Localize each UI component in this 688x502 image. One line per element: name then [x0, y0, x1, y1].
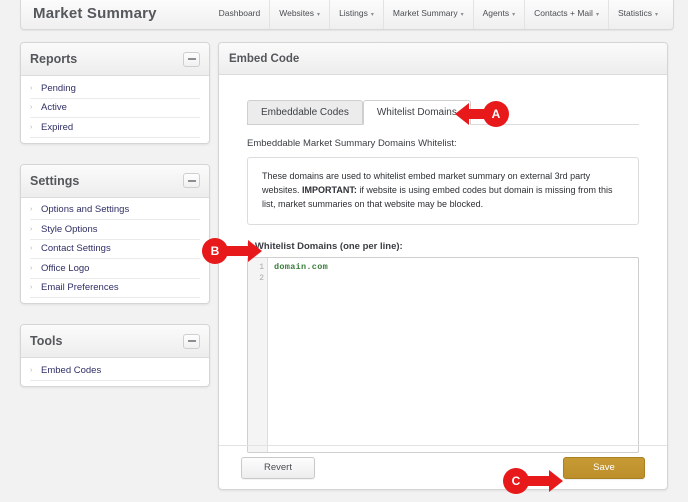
tab-label: Whitelist Domains [376, 107, 457, 118]
sidebar-item-label: Expired [41, 121, 74, 133]
arrow-right-icon-c [521, 468, 563, 494]
save-button[interactable]: Save [563, 456, 645, 479]
section-label: Embeddable Market Summary Domains Whitel… [247, 138, 457, 149]
chevron-right-icon: › [30, 123, 33, 131]
sidebar-panel-body: › Pending › Active › Expired [21, 76, 209, 143]
chevron-right-icon: › [30, 225, 33, 233]
sidebar-item-label: Contact Settings [41, 243, 111, 255]
sidebar-item-email-preferences[interactable]: › Email Preferences [30, 279, 200, 298]
chevron-down-icon: ▾ [317, 11, 321, 18]
sidebar-item-label: Office Logo [41, 262, 90, 274]
minus-icon[interactable] [183, 173, 200, 188]
info-text-important: IMPORTANT: [302, 184, 357, 195]
annotation-marker-b: B [202, 238, 262, 264]
topnav-item-label: Statistics [617, 8, 652, 18]
editor-line: domain.com [274, 261, 329, 272]
topnav-item-label: Agents [482, 8, 510, 18]
topnav-item-listings[interactable]: Listings ▾ [329, 0, 383, 29]
main-panel-title: Embed Code [229, 52, 300, 65]
chevron-right-icon: › [30, 206, 33, 214]
sidebar: Reports › Pending › Active › Expired Settings › O… [20, 42, 210, 407]
annotation-marker-a: A [455, 101, 509, 127]
editor-code-area[interactable]: domain.com [268, 258, 638, 452]
topnav-item-label: Listings [339, 8, 368, 18]
revert-button[interactable]: Revert [241, 456, 315, 479]
sidebar-item-options-and-settings[interactable]: › Options and Settings [30, 201, 200, 220]
chevron-down-icon: ▾ [654, 11, 658, 18]
sidebar-item-pending[interactable]: › Pending [30, 79, 200, 99]
tab-embeddable-codes[interactable]: Embeddable Codes [247, 100, 363, 125]
app-root: Market Summary Dashboard Websites ▾ Listing… [0, 0, 688, 502]
sidebar-panel-title: Reports [30, 52, 78, 66]
sidebar-item-style-options[interactable]: › Style Options [30, 220, 200, 240]
info-box: These domains are used to whitelist embe… [247, 157, 639, 225]
sidebar-panel-tools: Tools › Embed Codes [20, 324, 210, 387]
sidebar-item-embed-codes[interactable]: › Embed Codes [30, 361, 200, 381]
top-navigation: Dashboard Websites ▾ Listings ▾ Market Summar… [210, 0, 667, 29]
whitelist-domains-editor[interactable]: 12 domain.com [247, 256, 639, 453]
chevron-down-icon: ▾ [512, 11, 516, 18]
main-panel-footer: Revert Save [219, 445, 667, 489]
sidebar-item-office-logo[interactable]: › Office Logo [30, 259, 200, 279]
page-title: Market Summary [33, 4, 157, 22]
topnav-item-label: Websites [279, 8, 315, 18]
sidebar-panel-title: Tools [30, 334, 63, 348]
chevron-right-icon: › [30, 104, 33, 112]
chevron-right-icon: › [30, 284, 33, 292]
sidebar-item-label: Embed Codes [41, 364, 102, 376]
sidebar-panel-header: Settings [21, 164, 209, 198]
editor-gutter: 12 [248, 257, 268, 452]
editor-line-number: 2 [259, 273, 264, 283]
topnav-item-market-summary[interactable]: Market Summary ▾ [382, 0, 473, 29]
annotation-marker-c: C [503, 468, 563, 494]
sidebar-panel-header: Tools [21, 325, 209, 358]
topnav-item-label: Contacts + Mail [534, 8, 593, 18]
sidebar-item-label: Style Options [41, 223, 98, 235]
chevron-right-icon: › [30, 84, 33, 92]
topnav-item-label: Market Summary [392, 8, 458, 18]
sidebar-panel-title: Settings [30, 173, 80, 188]
arrow-left-icon [455, 101, 491, 127]
sidebar-panel-settings: Settings › Options and Settings › Style Opti… [20, 163, 210, 304]
sidebar-item-contact-settings[interactable]: › Contact Settings [30, 240, 200, 259]
arrow-right-icon-b [220, 238, 262, 264]
topnav-item-contacts-mail[interactable]: Contacts + Mail ▾ [524, 0, 608, 29]
chevron-right-icon: › [30, 245, 33, 253]
tab-bar: Embeddable Codes Whitelist Domains [247, 99, 639, 125]
chevron-right-icon: › [30, 264, 33, 272]
sidebar-panel-body: › Options and Settings › Style Options › Cont… [21, 198, 209, 304]
topnav-item-label: Dashboard [218, 8, 261, 18]
minus-icon[interactable] [183, 51, 200, 67]
chevron-down-icon: ▾ [370, 11, 374, 18]
sidebar-panel-header: Reports [21, 43, 209, 76]
topnav-item-statistics[interactable]: Statistics ▾ [607, 0, 667, 29]
chevron-down-icon: ▾ [460, 11, 464, 18]
main-panel-body: Embeddable Codes Whitelist Domains Embedd… [219, 75, 667, 453]
sidebar-item-label: Email Preferences [41, 282, 119, 294]
tab-label: Embeddable Codes [261, 107, 349, 118]
sidebar-panel-body: › Embed Codes [21, 358, 209, 386]
topnav-item-dashboard[interactable]: Dashboard [210, 0, 270, 29]
main-panel-header: Embed Code [219, 43, 667, 75]
minus-icon[interactable] [183, 333, 200, 349]
main-panel: Embed Code Embeddable Codes Whitelist Dom… [218, 42, 668, 490]
sidebar-item-active[interactable]: › Active [30, 99, 200, 118]
top-bar: Market Summary Dashboard Websites ▾ Listing… [20, 0, 674, 30]
sidebar-panel-reports: Reports › Pending › Active › Expired [20, 42, 210, 144]
editor-label: 1 Whitelist Domains (one per line): [247, 240, 403, 252]
sidebar-item-label: Active [41, 102, 67, 114]
sidebar-item-label: Options and Settings [41, 204, 130, 216]
chevron-right-icon: › [30, 366, 33, 374]
sidebar-item-label: Pending [41, 82, 76, 94]
topnav-item-websites[interactable]: Websites ▾ [269, 0, 329, 29]
chevron-down-icon: ▾ [595, 11, 599, 18]
sidebar-item-expired[interactable]: › Expired [30, 118, 200, 138]
topnav-item-agents[interactable]: Agents ▾ [472, 0, 524, 29]
